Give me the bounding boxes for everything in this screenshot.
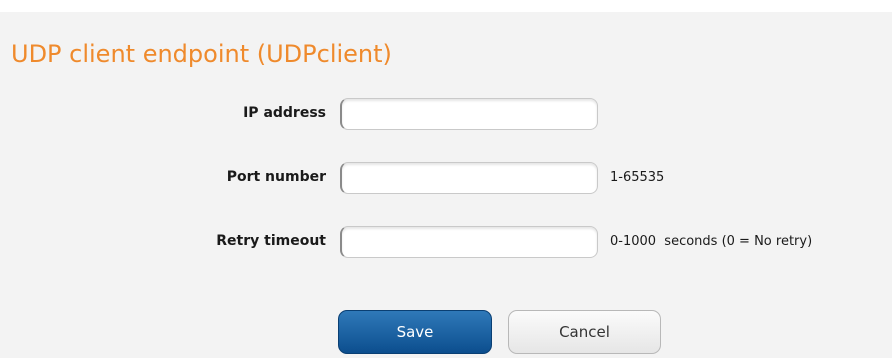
port-number-label: Port number — [226, 169, 326, 185]
ip-address-input[interactable] — [340, 98, 598, 130]
save-button[interactable]: Save — [338, 310, 492, 354]
page-title: UDP client endpoint (UDPclient) — [11, 40, 392, 68]
port-number-range-hint: 1-65535 — [610, 170, 665, 185]
ip-address-row: IP address — [0, 96, 892, 132]
port-number-input[interactable] — [340, 162, 598, 194]
settings-panel: UDP client endpoint (UDPclient) IP addre… — [0, 12, 892, 358]
retry-timeout-input[interactable] — [340, 226, 598, 258]
retry-timeout-label: Retry timeout — [216, 233, 326, 249]
retry-timeout-range-hint: 0-1000 seconds (0 = No retry) — [610, 234, 813, 249]
cancel-button[interactable]: Cancel — [508, 310, 661, 354]
retry-timeout-row: Retry timeout 0-1000 seconds (0 = No ret… — [0, 224, 892, 260]
ip-address-label: IP address — [243, 105, 326, 121]
port-number-row: Port number 1-65535 — [0, 160, 892, 196]
